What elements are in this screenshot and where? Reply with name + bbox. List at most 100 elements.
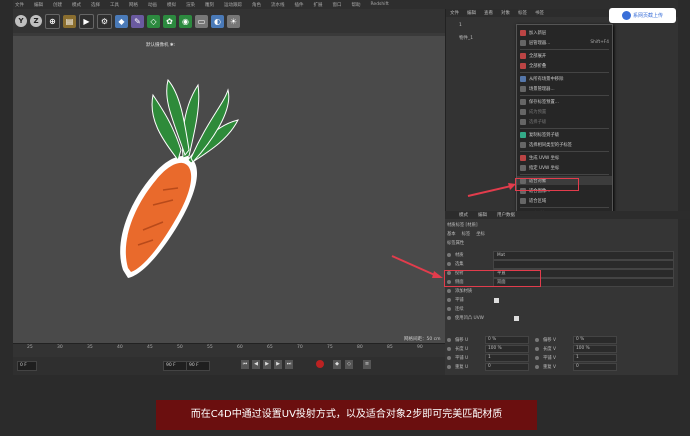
- timeline-settings-button[interactable]: ≡: [363, 360, 371, 369]
- render-view-icon[interactable]: ▶: [79, 13, 94, 29]
- attribute-row[interactable]: 添加材质: [447, 287, 676, 295]
- keyframe-dot-icon[interactable]: [447, 347, 451, 351]
- attribute-subtab[interactable]: 基本: [447, 231, 456, 237]
- context-menu-item[interactable]: 复制标签到子级: [517, 130, 612, 139]
- menu-item[interactable]: 模式: [72, 2, 81, 8]
- first-frame-button[interactable]: ⏮: [241, 360, 249, 369]
- coordinate-value[interactable]: 100 %: [485, 345, 529, 353]
- object-tab[interactable]: 查看: [484, 10, 493, 16]
- attribute-row[interactable]: 材质 Mat: [447, 250, 676, 260]
- next-key-button[interactable]: ▶: [274, 360, 282, 369]
- key-button[interactable]: ◆: [333, 360, 341, 369]
- menu-item[interactable]: 动画: [148, 2, 157, 8]
- menu-item[interactable]: 窗口: [333, 2, 342, 8]
- menu-item[interactable]: 创建: [53, 2, 62, 8]
- floor-icon[interactable]: ▭: [195, 14, 208, 28]
- 3d-viewport[interactable]: [13, 36, 445, 343]
- context-menu-item[interactable]: 选择子级: [517, 117, 612, 126]
- key-all-button[interactable]: ◇: [345, 360, 353, 369]
- coordinate-icon[interactable]: ⊕: [45, 13, 60, 29]
- z-axis-button[interactable]: Z: [30, 15, 42, 27]
- play-button[interactable]: ▶: [263, 360, 271, 369]
- context-menu-item[interactable]: 成为预置: [517, 107, 612, 116]
- coordinate-row[interactable]: 长度 U 100 %: [447, 345, 533, 353]
- pen-icon[interactable]: ✎: [131, 14, 144, 28]
- end-frame-field[interactable]: 90 F: [163, 361, 187, 371]
- render-settings-icon[interactable]: ⚙: [97, 13, 112, 29]
- menu-item[interactable]: 运动跟踪: [224, 2, 242, 8]
- coordinate-value[interactable]: 1: [485, 354, 529, 362]
- context-menu-item[interactable]: 场景管理器...: [517, 84, 612, 93]
- object-tab[interactable]: 标签: [518, 10, 527, 16]
- context-menu-item[interactable]: 适合区域: [517, 196, 612, 205]
- timeline[interactable]: 25 30 35 40 45 50 55 60 65 70 75 80 85 90: [13, 343, 445, 358]
- menu-item[interactable]: 帮助: [352, 2, 361, 8]
- coordinate-row[interactable]: 重复 V 0: [535, 363, 621, 371]
- menu-item[interactable]: 文件: [15, 2, 24, 8]
- keyframe-dot-icon[interactable]: [447, 307, 451, 311]
- object-tab[interactable]: 书签: [535, 10, 544, 16]
- film-icon[interactable]: ▤: [63, 14, 76, 28]
- coordinate-row[interactable]: 偏移 V 0 %: [535, 336, 621, 344]
- coordinate-value[interactable]: 0 %: [573, 336, 617, 344]
- keyframe-dot-icon[interactable]: [447, 298, 451, 302]
- attribute-tab[interactable]: 用户数据: [497, 212, 515, 218]
- checkbox-icon[interactable]: [493, 297, 499, 303]
- object-row[interactable]: 物件_1: [459, 35, 519, 42]
- current-frame-field[interactable]: 0 F: [17, 361, 37, 371]
- cube-icon[interactable]: ◆: [115, 14, 128, 28]
- coordinate-row[interactable]: 偏移 U 0 %: [447, 336, 533, 344]
- object-row[interactable]: 1: [459, 23, 519, 30]
- keyframe-dot-icon[interactable]: [535, 338, 539, 342]
- attribute-row[interactable]: 选集: [447, 259, 676, 269]
- menu-item[interactable]: 选择: [91, 2, 100, 8]
- coordinate-row[interactable]: 平铺 U 1: [447, 354, 533, 362]
- attribute-tab[interactable]: 编辑: [478, 212, 487, 218]
- attribute-tab[interactable]: 模式: [459, 212, 468, 218]
- keyframe-dot-icon[interactable]: [447, 365, 451, 369]
- light-icon[interactable]: ☀: [227, 14, 240, 28]
- context-menu-item[interactable]: 保存标签预置...: [517, 97, 612, 106]
- coordinate-row[interactable]: 平铺 V 1: [535, 354, 621, 362]
- menu-item[interactable]: 模拟: [167, 2, 176, 8]
- attribute-row[interactable]: 连续: [447, 305, 676, 313]
- context-menu-item[interactable]: 选择相同类型的子标签: [517, 140, 612, 149]
- keyframe-dot-icon[interactable]: [535, 356, 539, 360]
- coordinate-row[interactable]: 重复 U 0: [447, 363, 533, 371]
- menu-item[interactable]: 扩展: [314, 2, 323, 8]
- coordinate-row[interactable]: 长度 V 100 %: [535, 345, 621, 353]
- camera-icon[interactable]: ◐: [211, 14, 224, 28]
- attribute-value[interactable]: Mat: [493, 250, 674, 260]
- keyframe-dot-icon[interactable]: [447, 262, 451, 266]
- y-axis-button[interactable]: Y: [15, 15, 27, 27]
- record-button[interactable]: [316, 360, 324, 368]
- context-menu-item[interactable]: 加入新层: [517, 28, 612, 37]
- context-menu-item[interactable]: 生成 UVW 坐标: [517, 153, 612, 162]
- object-tab[interactable]: 文件: [450, 10, 459, 16]
- coordinate-value[interactable]: 0: [573, 363, 617, 371]
- keyframe-dot-icon[interactable]: [447, 289, 451, 293]
- keyframe-dot-icon[interactable]: [447, 356, 451, 360]
- prev-key-button[interactable]: ◀: [252, 360, 260, 369]
- attribute-value[interactable]: [493, 259, 674, 269]
- context-menu-item[interactable]: 全部展开: [517, 51, 612, 60]
- context-menu-item[interactable]: 全部折叠: [517, 61, 612, 70]
- object-tab[interactable]: 对象: [501, 10, 510, 16]
- menu-item[interactable]: 流水线: [271, 2, 285, 8]
- coordinate-value[interactable]: 1: [573, 354, 617, 362]
- upload-badge[interactable]: 系网页截上传: [609, 8, 676, 23]
- keyframe-dot-icon[interactable]: [447, 316, 451, 320]
- coordinate-value[interactable]: 0 %: [485, 336, 529, 344]
- keyframe-dot-icon[interactable]: [535, 365, 539, 369]
- max-frame-field[interactable]: 90 F: [186, 361, 210, 371]
- menu-item[interactable]: 编辑: [34, 2, 43, 8]
- menu-item[interactable]: 工具: [110, 2, 119, 8]
- context-menu-item[interactable]: 层管理器... Shift+F4: [517, 38, 612, 47]
- keyframe-dot-icon[interactable]: [447, 338, 451, 342]
- keyframe-dot-icon[interactable]: [447, 253, 451, 257]
- last-frame-button[interactable]: ⏭: [285, 360, 293, 369]
- coordinate-value[interactable]: 0: [485, 363, 529, 371]
- checkbox-icon[interactable]: [513, 315, 519, 321]
- coordinate-value[interactable]: 100 %: [573, 345, 617, 353]
- menu-item[interactable]: 网格: [129, 2, 138, 8]
